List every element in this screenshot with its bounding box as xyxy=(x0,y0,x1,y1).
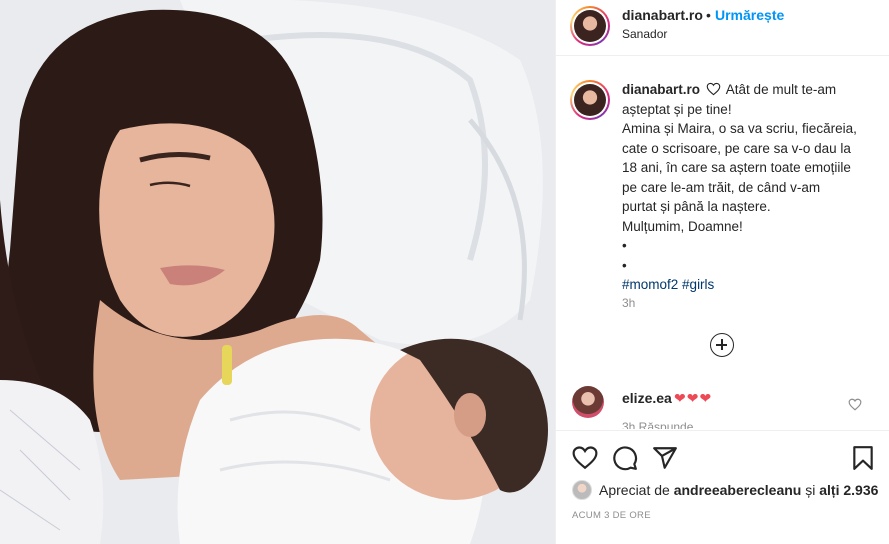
caption-username[interactable]: dianabart.ro xyxy=(622,82,700,97)
liker-avatar[interactable] xyxy=(572,480,592,500)
author-username[interactable]: dianabart.ro xyxy=(622,7,703,23)
post-timestamp: ACUM 3 DE ORE xyxy=(572,510,651,521)
post-actions-bar: Apreciat de andreeaberecleanu și alți 2.… xyxy=(556,430,889,544)
likes-middle: și xyxy=(801,482,820,498)
post-header: dianabart.ro • Urmărește Sanador xyxy=(556,0,889,56)
post-location[interactable]: Sanador xyxy=(622,27,667,41)
caption-line-6: pe care le-am trăit, de când v-am xyxy=(622,179,821,195)
caption-line-7: purtat și până la naștere. xyxy=(622,199,771,214)
bookmark-icon[interactable] xyxy=(850,445,876,471)
comment-like-icon[interactable] xyxy=(848,398,862,411)
author-avatar[interactable] xyxy=(570,6,610,46)
commenter-username[interactable]: elize.ea xyxy=(622,390,672,406)
likes-summary: Apreciat de andreeaberecleanu și alți 2.… xyxy=(572,480,878,500)
caption-line-4: cate o scrisoare, pe care sa v-o dau la xyxy=(622,140,851,156)
caption-line-5: 18 ani, în care sa aștern toate emoțiile xyxy=(622,160,851,175)
comment-meta: 3h Răspunde xyxy=(622,420,694,429)
hashtag-momof2[interactable]: #momof2 xyxy=(622,277,678,292)
likes-others-count[interactable]: alți 2.936 xyxy=(819,482,878,498)
caption-author-avatar[interactable] xyxy=(570,80,610,120)
plus-circle-icon[interactable] xyxy=(710,333,734,357)
caption-bullet-2: • xyxy=(622,257,627,273)
comment-text: ❤❤❤ xyxy=(674,390,713,406)
caption-line-8: Mulțumim, Doamne! xyxy=(622,218,743,234)
post-photo[interactable] xyxy=(0,0,555,544)
hashtag-girls[interactable]: #girls xyxy=(682,277,714,292)
heart-outline-icon[interactable] xyxy=(572,445,598,471)
caption-timestamp: 3h xyxy=(622,296,636,310)
separator-dot: • xyxy=(706,7,711,23)
heart-emoji-icon xyxy=(706,82,721,96)
likes-prefix: Apreciat de xyxy=(599,482,674,498)
caption-line-2: așteptat și pe tine! xyxy=(622,101,732,117)
post-details-panel: dianabart.ro • Urmărește Sanador dianaba… xyxy=(555,0,889,544)
follow-button[interactable]: Urmărește xyxy=(715,7,784,23)
commenter-avatar[interactable] xyxy=(572,386,604,418)
photo-illustration xyxy=(0,0,555,544)
liker-username[interactable]: andreeaberecleanu xyxy=(674,482,802,498)
caption-bullet-1: • xyxy=(622,238,627,253)
paper-plane-icon[interactable] xyxy=(652,445,678,471)
caption-line-1: Atât de mult te-am xyxy=(725,82,837,97)
post-caption: dianabart.ro Atât de mult te-am așteptat… xyxy=(622,80,878,295)
caption-line-3: Amina și Maira, o sa va scriu, fiecăreia… xyxy=(622,121,857,136)
speech-bubble-icon[interactable] xyxy=(612,445,638,471)
